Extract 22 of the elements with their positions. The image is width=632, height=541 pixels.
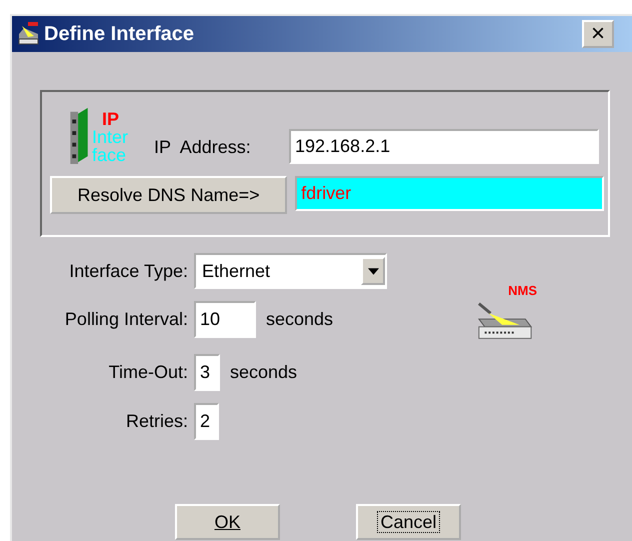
window-title: Define Interface	[44, 22, 196, 46]
close-button[interactable]: ×	[582, 20, 614, 48]
number-field[interactable]: 2	[194, 403, 219, 440]
number-field[interactable]: 3	[194, 354, 220, 391]
field-label: Polling Interval:	[64, 309, 188, 330]
ip-interface-logo: IP Inter face	[70, 102, 130, 164]
unit-label: seconds	[266, 309, 334, 330]
field-label: Time-Out:	[108, 362, 188, 383]
resolve-dns-button[interactable]: Resolve DNS Name=>	[50, 176, 288, 214]
dialog-button[interactable]: Cancel	[356, 504, 461, 540]
unit-label: seconds	[230, 362, 298, 383]
network-device-icon	[477, 301, 535, 341]
field-label: Interface Type:	[68, 260, 188, 282]
dialog-button[interactable]: OK	[175, 504, 280, 540]
ip-address-field[interactable]: 192.168.2.1	[289, 129, 599, 164]
nms-logo: NMS	[477, 283, 537, 341]
number-field[interactable]: 10	[194, 301, 256, 338]
ip-address-label: IP Address:	[154, 137, 252, 158]
network-card-icon	[70, 106, 90, 164]
interface-type-dropdown[interactable]: Ethernet	[194, 253, 387, 289]
device-icon	[16, 22, 40, 46]
field-label: Retries:	[124, 411, 188, 432]
